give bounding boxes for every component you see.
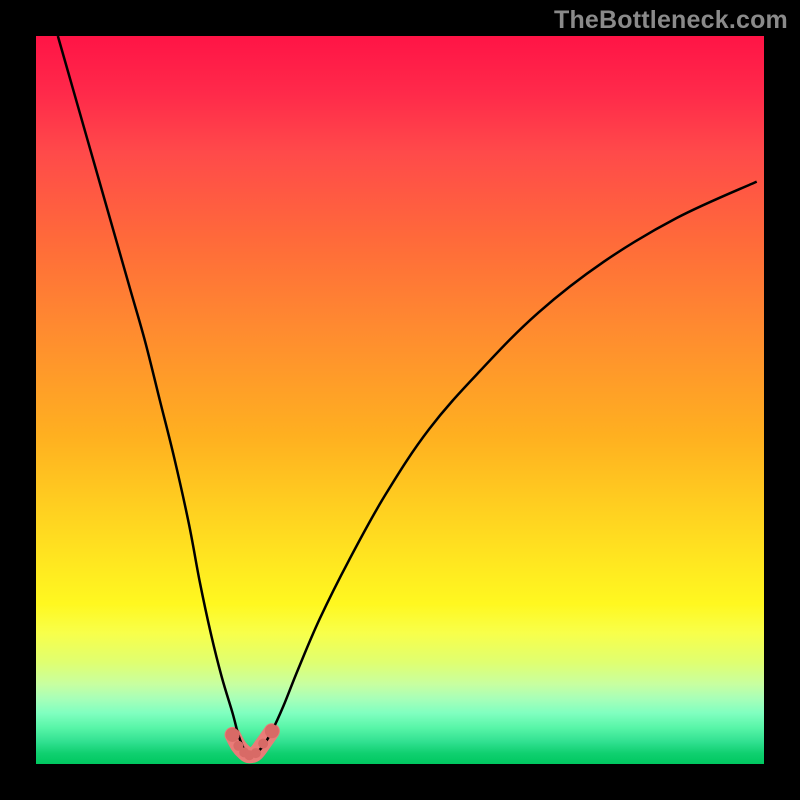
chart-svg [36, 36, 764, 764]
plot-area [36, 36, 764, 764]
watermark-label: TheBottleneck.com [554, 6, 788, 35]
bottleneck-curve [58, 36, 757, 755]
outer-frame: TheBottleneck.com [0, 0, 800, 800]
